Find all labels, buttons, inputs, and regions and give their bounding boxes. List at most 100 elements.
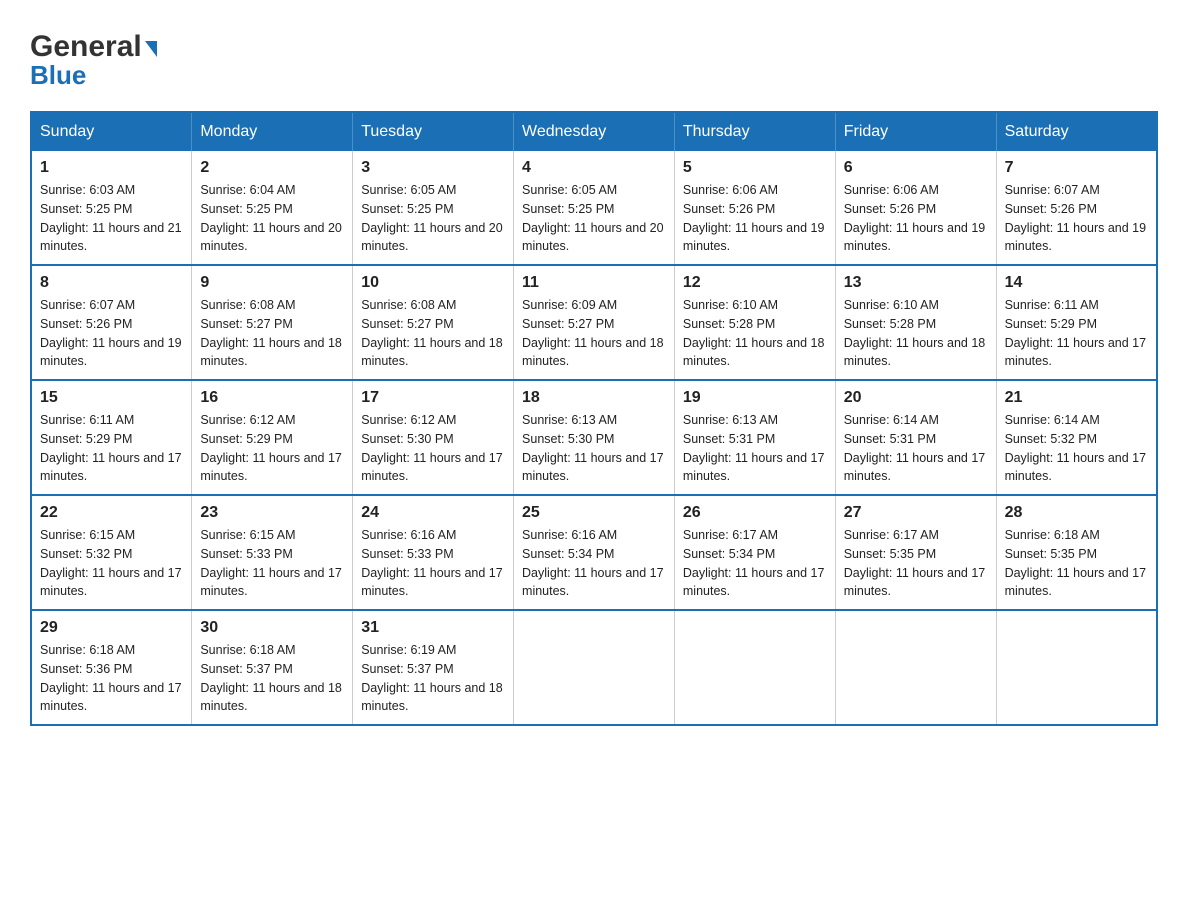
logo-blue: Blue [30,60,86,91]
calendar-header-wednesday: Wednesday [514,112,675,151]
day-info: Sunrise: 6:06 AM Sunset: 5:26 PM Dayligh… [844,181,988,256]
calendar-table: SundayMondayTuesdayWednesdayThursdayFrid… [30,111,1158,726]
day-info: Sunrise: 6:04 AM Sunset: 5:25 PM Dayligh… [200,181,344,256]
day-number: 21 [1005,389,1148,407]
day-info: Sunrise: 6:06 AM Sunset: 5:26 PM Dayligh… [683,181,827,256]
day-info: Sunrise: 6:13 AM Sunset: 5:30 PM Dayligh… [522,411,666,486]
calendar-cell [674,610,835,725]
calendar-cell: 10 Sunrise: 6:08 AM Sunset: 5:27 PM Dayl… [353,265,514,380]
calendar-cell: 26 Sunrise: 6:17 AM Sunset: 5:34 PM Dayl… [674,495,835,610]
day-number: 6 [844,159,988,177]
calendar-cell: 31 Sunrise: 6:19 AM Sunset: 5:37 PM Dayl… [353,610,514,725]
calendar-cell: 28 Sunrise: 6:18 AM Sunset: 5:35 PM Dayl… [996,495,1157,610]
calendar-cell: 18 Sunrise: 6:13 AM Sunset: 5:30 PM Dayl… [514,380,675,495]
day-info: Sunrise: 6:12 AM Sunset: 5:29 PM Dayligh… [200,411,344,486]
calendar-cell: 27 Sunrise: 6:17 AM Sunset: 5:35 PM Dayl… [835,495,996,610]
calendar-cell: 21 Sunrise: 6:14 AM Sunset: 5:32 PM Dayl… [996,380,1157,495]
calendar-cell: 8 Sunrise: 6:07 AM Sunset: 5:26 PM Dayli… [31,265,192,380]
page-header: General Blue [30,30,1158,91]
day-info: Sunrise: 6:16 AM Sunset: 5:33 PM Dayligh… [361,526,505,601]
day-number: 11 [522,274,666,292]
day-number: 1 [40,159,183,177]
calendar-cell: 16 Sunrise: 6:12 AM Sunset: 5:29 PM Dayl… [192,380,353,495]
day-info: Sunrise: 6:14 AM Sunset: 5:32 PM Dayligh… [1005,411,1148,486]
day-info: Sunrise: 6:18 AM Sunset: 5:35 PM Dayligh… [1005,526,1148,601]
calendar-cell: 15 Sunrise: 6:11 AM Sunset: 5:29 PM Dayl… [31,380,192,495]
calendar-cell: 30 Sunrise: 6:18 AM Sunset: 5:37 PM Dayl… [192,610,353,725]
calendar-cell: 4 Sunrise: 6:05 AM Sunset: 5:25 PM Dayli… [514,151,675,265]
calendar-cell: 1 Sunrise: 6:03 AM Sunset: 5:25 PM Dayli… [31,151,192,265]
calendar-cell [996,610,1157,725]
calendar-cell: 19 Sunrise: 6:13 AM Sunset: 5:31 PM Dayl… [674,380,835,495]
day-info: Sunrise: 6:03 AM Sunset: 5:25 PM Dayligh… [40,181,183,256]
calendar-header-saturday: Saturday [996,112,1157,151]
day-info: Sunrise: 6:07 AM Sunset: 5:26 PM Dayligh… [40,296,183,371]
calendar-cell: 17 Sunrise: 6:12 AM Sunset: 5:30 PM Dayl… [353,380,514,495]
calendar-cell: 11 Sunrise: 6:09 AM Sunset: 5:27 PM Dayl… [514,265,675,380]
calendar-cell: 25 Sunrise: 6:16 AM Sunset: 5:34 PM Dayl… [514,495,675,610]
day-info: Sunrise: 6:12 AM Sunset: 5:30 PM Dayligh… [361,411,505,486]
day-number: 22 [40,504,183,522]
calendar-week-5: 29 Sunrise: 6:18 AM Sunset: 5:36 PM Dayl… [31,610,1157,725]
day-number: 7 [1005,159,1148,177]
logo-general: General [30,30,142,64]
calendar-week-3: 15 Sunrise: 6:11 AM Sunset: 5:29 PM Dayl… [31,380,1157,495]
day-info: Sunrise: 6:11 AM Sunset: 5:29 PM Dayligh… [40,411,183,486]
calendar-cell: 29 Sunrise: 6:18 AM Sunset: 5:36 PM Dayl… [31,610,192,725]
calendar-cell: 7 Sunrise: 6:07 AM Sunset: 5:26 PM Dayli… [996,151,1157,265]
day-info: Sunrise: 6:07 AM Sunset: 5:26 PM Dayligh… [1005,181,1148,256]
calendar-cell: 6 Sunrise: 6:06 AM Sunset: 5:26 PM Dayli… [835,151,996,265]
calendar-week-2: 8 Sunrise: 6:07 AM Sunset: 5:26 PM Dayli… [31,265,1157,380]
day-number: 25 [522,504,666,522]
calendar-cell: 14 Sunrise: 6:11 AM Sunset: 5:29 PM Dayl… [996,265,1157,380]
day-number: 14 [1005,274,1148,292]
calendar-header-monday: Monday [192,112,353,151]
calendar-cell: 3 Sunrise: 6:05 AM Sunset: 5:25 PM Dayli… [353,151,514,265]
calendar-header-sunday: Sunday [31,112,192,151]
day-info: Sunrise: 6:08 AM Sunset: 5:27 PM Dayligh… [200,296,344,371]
calendar-cell: 24 Sunrise: 6:16 AM Sunset: 5:33 PM Dayl… [353,495,514,610]
day-number: 26 [683,504,827,522]
day-number: 4 [522,159,666,177]
day-info: Sunrise: 6:10 AM Sunset: 5:28 PM Dayligh… [844,296,988,371]
day-info: Sunrise: 6:19 AM Sunset: 5:37 PM Dayligh… [361,641,505,716]
day-number: 2 [200,159,344,177]
day-number: 8 [40,274,183,292]
calendar-cell: 20 Sunrise: 6:14 AM Sunset: 5:31 PM Dayl… [835,380,996,495]
day-number: 3 [361,159,505,177]
day-info: Sunrise: 6:09 AM Sunset: 5:27 PM Dayligh… [522,296,666,371]
calendar-cell: 12 Sunrise: 6:10 AM Sunset: 5:28 PM Dayl… [674,265,835,380]
day-info: Sunrise: 6:05 AM Sunset: 5:25 PM Dayligh… [361,181,505,256]
day-number: 13 [844,274,988,292]
day-info: Sunrise: 6:05 AM Sunset: 5:25 PM Dayligh… [522,181,666,256]
calendar-week-4: 22 Sunrise: 6:15 AM Sunset: 5:32 PM Dayl… [31,495,1157,610]
day-number: 24 [361,504,505,522]
day-info: Sunrise: 6:08 AM Sunset: 5:27 PM Dayligh… [361,296,505,371]
calendar-cell: 13 Sunrise: 6:10 AM Sunset: 5:28 PM Dayl… [835,265,996,380]
calendar-cell [514,610,675,725]
day-info: Sunrise: 6:15 AM Sunset: 5:32 PM Dayligh… [40,526,183,601]
day-number: 27 [844,504,988,522]
day-number: 20 [844,389,988,407]
day-info: Sunrise: 6:18 AM Sunset: 5:36 PM Dayligh… [40,641,183,716]
day-info: Sunrise: 6:10 AM Sunset: 5:28 PM Dayligh… [683,296,827,371]
day-number: 5 [683,159,827,177]
day-number: 30 [200,619,344,637]
calendar-header-friday: Friday [835,112,996,151]
calendar-week-1: 1 Sunrise: 6:03 AM Sunset: 5:25 PM Dayli… [31,151,1157,265]
day-info: Sunrise: 6:16 AM Sunset: 5:34 PM Dayligh… [522,526,666,601]
logo: General Blue [30,30,157,91]
calendar-cell: 2 Sunrise: 6:04 AM Sunset: 5:25 PM Dayli… [192,151,353,265]
day-number: 31 [361,619,505,637]
day-number: 15 [40,389,183,407]
day-number: 29 [40,619,183,637]
day-number: 12 [683,274,827,292]
day-number: 10 [361,274,505,292]
calendar-header-row: SundayMondayTuesdayWednesdayThursdayFrid… [31,112,1157,151]
day-number: 28 [1005,504,1148,522]
calendar-header-thursday: Thursday [674,112,835,151]
calendar-cell [835,610,996,725]
day-info: Sunrise: 6:17 AM Sunset: 5:35 PM Dayligh… [844,526,988,601]
day-info: Sunrise: 6:18 AM Sunset: 5:37 PM Dayligh… [200,641,344,716]
day-number: 19 [683,389,827,407]
